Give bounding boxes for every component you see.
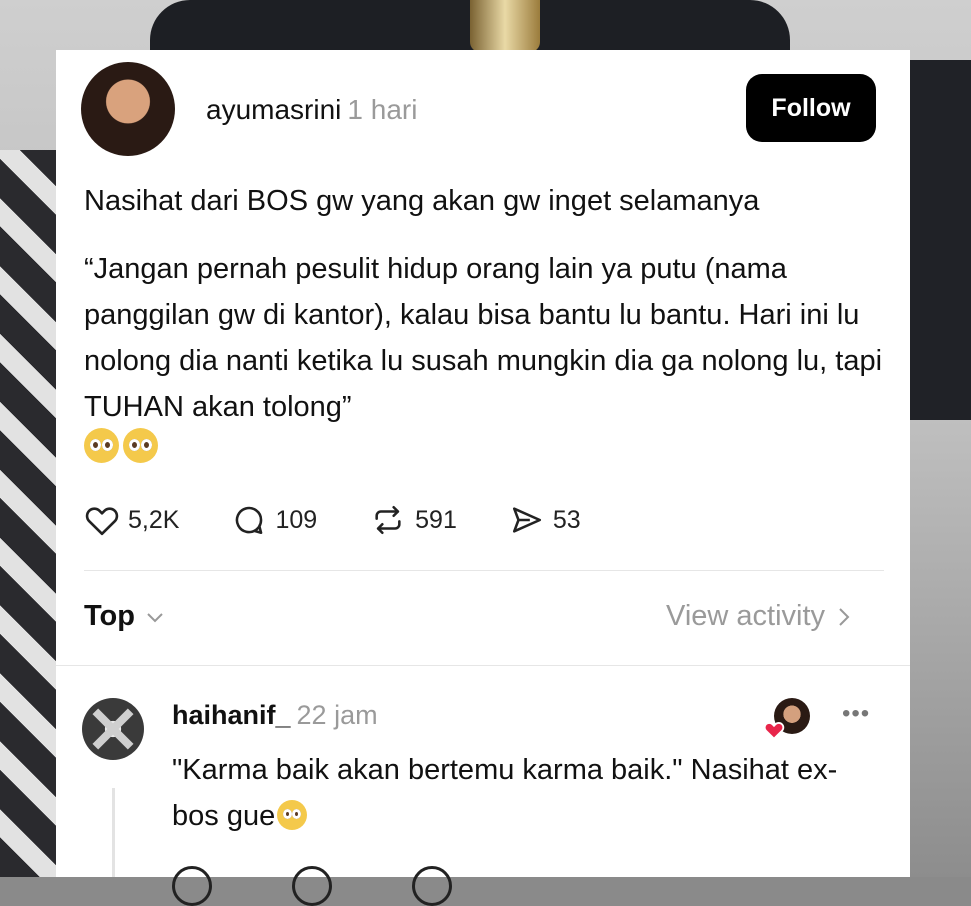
repost-icon xyxy=(375,505,401,535)
chevron-down-icon xyxy=(147,612,163,622)
share-count: 53 xyxy=(552,505,581,534)
view-activity-label: View activity xyxy=(666,600,826,632)
heart-icon xyxy=(85,507,119,536)
commenter-username[interactable]: haihanif_ xyxy=(172,700,291,730)
commenter-avatar[interactable] xyxy=(82,698,144,760)
divider xyxy=(56,665,910,666)
sort-label: Top xyxy=(84,600,135,632)
background-floor-right xyxy=(905,420,971,877)
comment-text-body: "Karma baik akan bertemu karma baik." Na… xyxy=(172,754,838,832)
author-avatar[interactable] xyxy=(81,62,175,156)
post-text-line1: Nasihat dari BOS gw yang akan gw inget s… xyxy=(84,185,760,217)
background-cushion-right xyxy=(905,60,971,420)
post-header: ayumasrini 1 hari xyxy=(206,94,417,126)
repost-button[interactable]: 591 xyxy=(369,503,457,537)
thread-line xyxy=(112,788,115,877)
send-icon xyxy=(512,507,541,533)
liked-heart-icon xyxy=(763,722,785,740)
pleading-face-emoji xyxy=(84,428,119,463)
post-actions: 5,2K 109 591 53 xyxy=(84,498,633,542)
post-timestamp: 1 hari xyxy=(347,94,418,125)
repost-count: 591 xyxy=(415,505,457,534)
background-buckle xyxy=(470,0,540,52)
follow-button[interactable]: Follow xyxy=(746,74,876,142)
pleading-face-emoji xyxy=(123,428,158,463)
post-text-quote: “Jangan pernah pesulit hidup orang lain … xyxy=(84,253,883,423)
like-button[interactable]: 5,2K xyxy=(84,504,179,536)
author-username[interactable]: ayumasrini xyxy=(206,94,341,125)
divider xyxy=(84,570,884,571)
comment-timestamp: 22 jam xyxy=(296,700,378,730)
comment-header: haihanif_ 22 jam xyxy=(172,700,378,731)
reply-button[interactable]: 109 xyxy=(231,503,317,537)
comment-icon xyxy=(236,506,263,535)
more-options-icon[interactable]: ••• xyxy=(842,700,870,728)
post-card: ayumasrini 1 hari Follow Nasihat dari BOS… xyxy=(56,50,910,906)
chevron-right-icon xyxy=(839,607,850,626)
reply-count: 109 xyxy=(275,505,318,534)
like-count: 5,2K xyxy=(128,505,180,534)
comment-actions-peek xyxy=(172,866,452,906)
share-button[interactable]: 53 xyxy=(509,503,581,537)
post-emojis xyxy=(84,428,158,470)
background-cushion-left xyxy=(0,150,60,877)
repost-icon[interactable] xyxy=(412,866,452,906)
heart-icon[interactable] xyxy=(172,866,212,906)
pleading-face-emoji xyxy=(277,800,308,830)
view-activity-link[interactable]: View activity xyxy=(666,600,851,633)
comment-icon[interactable] xyxy=(292,866,332,906)
sort-dropdown[interactable]: Top xyxy=(84,600,165,633)
comment-text: "Karma baik akan bertemu karma baik." Na… xyxy=(172,747,872,839)
